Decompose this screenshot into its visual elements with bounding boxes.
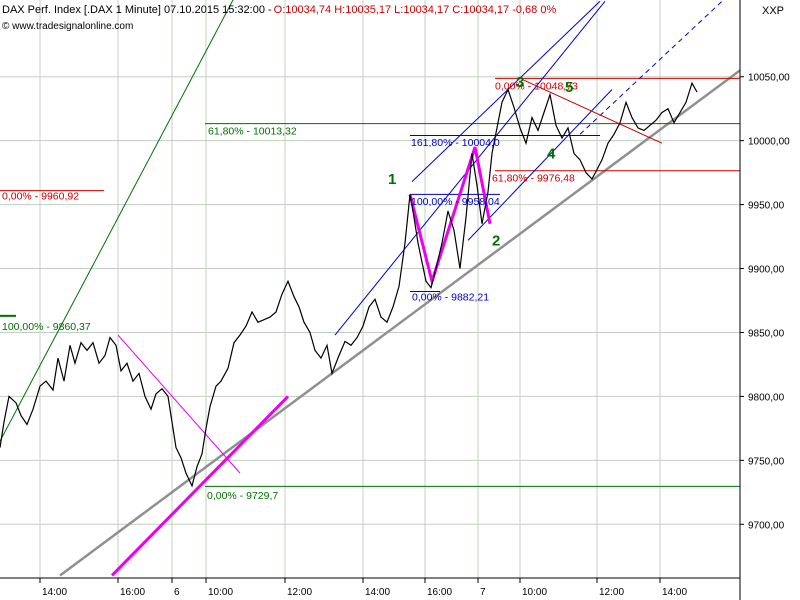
y-tick-label: 9900,00	[748, 265, 785, 276]
y-tick-label: 9700,00	[748, 520, 785, 531]
y-tick-label: 10000,00	[748, 137, 790, 148]
fib-label: 61,80% - 10013,32	[208, 125, 297, 137]
fib-label: 0,00% - 9729,7	[207, 490, 278, 502]
y-tick-label: 10050,00	[748, 73, 790, 84]
y-tick-label: 9800,00	[748, 392, 785, 403]
x-tick-label: 12:00	[287, 587, 312, 598]
header-ohlc: O:10034,74 H:10035,17 L:10034,17 C:10034…	[274, 4, 557, 16]
wave-label: 5	[565, 79, 573, 96]
fib-label: 0,00% - 9882,21	[412, 292, 489, 304]
x-tick-label: 16:00	[427, 587, 452, 598]
y-tick-label: 9750,00	[748, 456, 785, 467]
y-tick-label: 9950,00	[748, 201, 785, 212]
chart: 0,00% - 9960,92 100,00% - 9860,37 61,80% -…	[0, 0, 800, 600]
x-tick-label: 14:00	[42, 587, 67, 598]
x-tick-label: 6	[174, 587, 180, 598]
y-tick-label: 9850,00	[748, 328, 785, 339]
x-tick-label: 12:00	[599, 587, 624, 598]
fib-label: 100,00% - 9860,37	[2, 321, 91, 333]
symbol-label: XXP	[762, 5, 784, 17]
chart-background	[0, 0, 800, 600]
fib-label: 0,00% - 9960,92	[2, 191, 79, 203]
x-tick-label: 10:00	[522, 587, 547, 598]
wave-label: 2	[492, 233, 500, 250]
fib-label: 61,80% - 9976,48	[492, 173, 575, 185]
x-tick-label: 16:00	[120, 587, 145, 598]
x-tick-label: 10:00	[208, 587, 233, 598]
header-source: © www.tradesignalonline.com	[2, 21, 133, 32]
wave-label: 3	[516, 74, 524, 91]
fib-label: 161,80% - 10004,0	[411, 137, 500, 149]
fib-label: 100,00% - 9958,04	[411, 196, 500, 208]
x-tick-label: 7	[480, 587, 486, 598]
wave-label: 4	[547, 146, 556, 163]
header-title: DAX Perf. Index [.DAX 1 Minute] 07.10.20…	[2, 4, 272, 16]
x-tick-label: 14:00	[365, 587, 390, 598]
x-tick-label: 14:00	[662, 587, 687, 598]
wave-label: 1	[388, 171, 396, 188]
